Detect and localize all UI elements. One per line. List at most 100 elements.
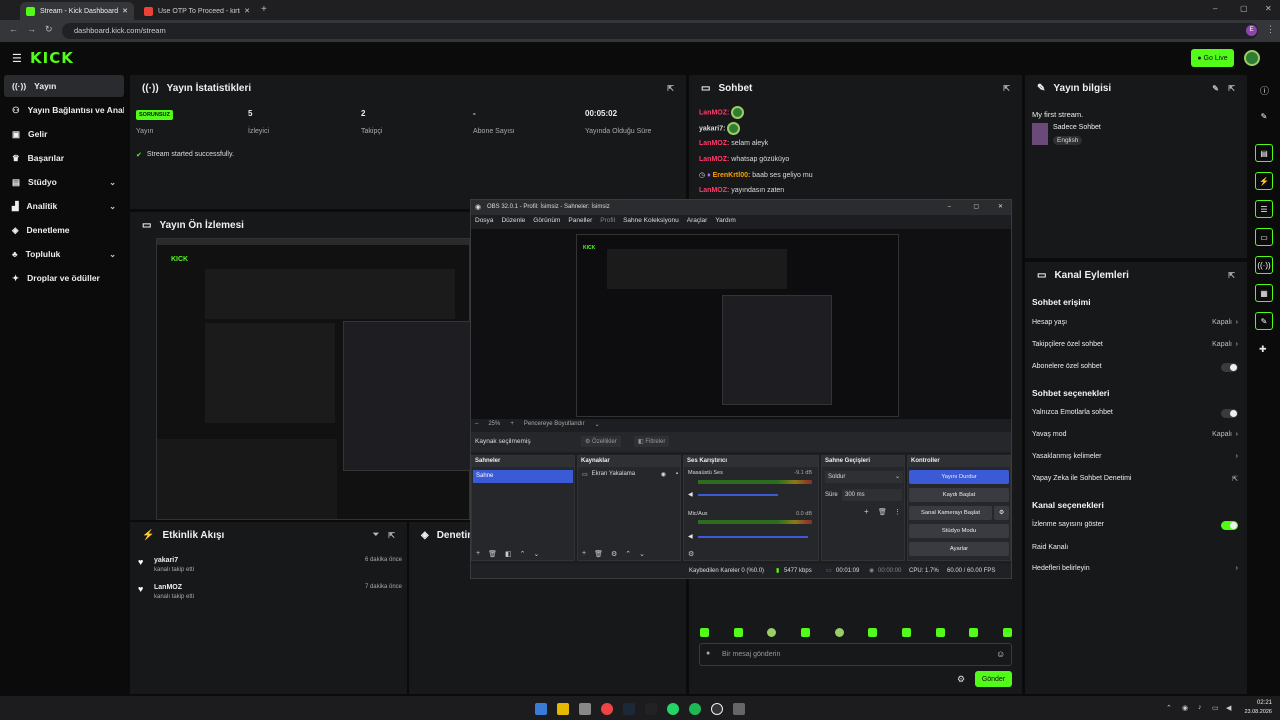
stats-widget-icon[interactable]: ▤	[1255, 144, 1273, 162]
popout-icon[interactable]: ⇱	[388, 531, 395, 540]
add-icon[interactable]: +	[582, 550, 586, 558]
setting-goals[interactable]: Hedefleri belirleyin ›	[1032, 565, 1238, 577]
app-icon[interactable]	[579, 703, 591, 715]
transition-select[interactable]: Soldur ⌄	[825, 471, 903, 483]
kick-logo[interactable]: KICK	[30, 49, 74, 67]
menu-sahne-koleksiyonu[interactable]: Sahne Koleksiyonu	[623, 217, 679, 224]
menu-profil[interactable]: Profil	[600, 217, 615, 224]
network-icon[interactable]: ▭	[1212, 704, 1219, 712]
back-icon[interactable]: ←	[9, 24, 18, 34]
layout-icon[interactable]: ▦	[1255, 284, 1273, 302]
emote-icon[interactable]	[733, 628, 743, 637]
setting-account-age[interactable]: Hesap yaşı Kapalı ›	[1032, 319, 1238, 331]
setting-slow-mode[interactable]: Yavaş mod Kapalı ›	[1032, 431, 1238, 443]
epic-games-icon[interactable]	[645, 703, 657, 715]
file-explorer-icon[interactable]	[557, 703, 569, 715]
sidebar-item-topluluk[interactable]: ♣ Topluluk ⌄	[4, 243, 124, 265]
gear-icon[interactable]: ⚙	[994, 506, 1009, 520]
hamburger-menu-icon[interactable]: ☰	[12, 52, 22, 65]
edit-icon[interactable]: ✎	[1255, 107, 1273, 125]
emote-icon[interactable]	[901, 628, 911, 637]
start-virtual-camera-button[interactable]: Sanal Kamerayı Başlat	[909, 506, 992, 520]
emote-icon[interactable]	[834, 628, 844, 637]
duration-input[interactable]: 300 ms	[842, 489, 902, 501]
chat-input[interactable]: Bir mesaj gönderin	[699, 643, 1012, 666]
source-item[interactable]: ▭ Ekran Yakalama ◉ ▪	[582, 471, 678, 478]
start-menu-icon[interactable]	[535, 703, 547, 715]
browser-tab-gmail[interactable]: Use OTP To Proceed - kirtileren... ✕	[138, 2, 256, 20]
chevron-down-icon[interactable]: ⌄	[595, 421, 600, 428]
clock-date[interactable]: 23.08.2026	[1238, 709, 1272, 715]
tray-app-icon[interactable]: ◉	[1182, 704, 1188, 712]
minimize-window-icon[interactable]: –	[1213, 4, 1217, 13]
trash-icon[interactable]: 🗑	[878, 508, 887, 516]
whatsapp-icon[interactable]	[667, 703, 679, 715]
show-viewers-toggle[interactable]	[1221, 521, 1238, 530]
browser-tab-kick[interactable]: Stream - Kick Dashboard ✕	[20, 2, 134, 20]
chrome-icon[interactable]	[601, 703, 613, 715]
properties-button[interactable]: ⚙ Özellikler	[581, 436, 621, 447]
menu-gorunum[interactable]: Görünüm	[533, 217, 560, 224]
down-icon[interactable]: ⌄	[639, 550, 645, 558]
popout-icon[interactable]: ⇱	[1003, 84, 1010, 93]
gear-icon[interactable]: ⚙	[611, 550, 617, 558]
preview-video[interactable]: KICK	[156, 238, 471, 520]
menu-paneller[interactable]: Paneller	[568, 217, 592, 224]
sidebar-item-analitik[interactable]: ▟ Analitik ⌄	[4, 195, 124, 217]
list-icon[interactable]: ☰	[1255, 200, 1273, 218]
more-icon[interactable]: ⋮	[894, 508, 901, 516]
down-icon[interactable]: ⌄	[533, 550, 539, 558]
steam-icon[interactable]	[623, 703, 635, 715]
obs-taskbar-icon[interactable]	[711, 703, 723, 715]
eye-icon[interactable]: ◉	[661, 471, 666, 478]
emote-icon[interactable]	[700, 628, 709, 637]
user-avatar[interactable]	[1244, 50, 1260, 66]
sidebar-item-stream-key[interactable]: ⚇Yayın Bağlantısı ve Anahtar	[4, 99, 124, 121]
start-recording-button[interactable]: Kaydı Başlat	[909, 488, 1009, 502]
puzzle-icon[interactable]: ✚	[1259, 344, 1267, 355]
add-icon[interactable]: +	[864, 507, 869, 516]
setting-banned-words[interactable]: Yasaklanmış kelimeler ›	[1032, 453, 1238, 465]
mic-icon[interactable]: ♪	[1198, 704, 1202, 711]
popout-icon[interactable]: ⇱	[1228, 271, 1235, 280]
speaker-icon[interactable]: ◀	[688, 533, 693, 540]
profile-avatar[interactable]: E	[1246, 25, 1257, 36]
gear-icon[interactable]: ⚙	[957, 674, 965, 685]
emoji-icon[interactable]: ☺	[996, 649, 1005, 659]
sidebar-item-basarilar[interactable]: ♛ Başarılar	[4, 147, 124, 169]
edit-icon[interactable]: ✎	[1212, 84, 1219, 93]
new-tab-icon[interactable]: +	[261, 4, 267, 15]
emote-icon[interactable]	[868, 628, 878, 637]
mic-volume-slider[interactable]	[698, 536, 808, 538]
lightning-icon[interactable]: ⚡	[1255, 172, 1273, 190]
minimize-window-icon[interactable]: –	[948, 200, 951, 215]
trash-icon[interactable]: 🗑	[594, 550, 603, 558]
emote-icon[interactable]	[935, 628, 945, 637]
menu-araclar[interactable]: Araçlar	[687, 217, 708, 224]
stop-streaming-button[interactable]: Yayını Durdur	[909, 470, 1009, 484]
filters-button[interactable]: ◧ Filtreler	[634, 436, 670, 447]
filter-icon[interactable]: ◧	[505, 550, 512, 558]
tray-chevron-icon[interactable]: ⌃	[1166, 704, 1172, 712]
emote-only-toggle[interactable]	[1221, 409, 1238, 418]
forward-icon[interactable]: →	[27, 24, 36, 34]
scene-item[interactable]: Sahne	[473, 470, 573, 483]
emote-icon[interactable]	[1002, 628, 1012, 637]
address-bar[interactable]: dashboard.kick.com/stream	[62, 23, 1258, 39]
menu-dosya[interactable]: Dosya	[475, 217, 493, 224]
sidebar-item-denetleme[interactable]: ◈ Denetleme	[4, 219, 124, 241]
chat-widget-icon[interactable]: ▭	[1255, 228, 1273, 246]
sidebar-item-gelir[interactable]: ▣ Gelir	[4, 123, 124, 145]
maximize-window-icon[interactable]: ▢	[973, 200, 979, 215]
setting-ai-moderation[interactable]: Yapay Zeka ile Sohbet Denetimi ⇱	[1032, 475, 1238, 487]
wrench-icon[interactable]: ✎	[1255, 312, 1273, 330]
menu-duzenle[interactable]: Düzenle	[501, 217, 525, 224]
speaker-icon[interactable]: ◀	[688, 491, 693, 498]
setting-raid[interactable]: Raid Kanalı	[1032, 544, 1238, 556]
spotify-icon[interactable]	[689, 703, 701, 715]
emote-icon[interactable]	[800, 628, 810, 637]
close-tab-icon[interactable]: ✕	[244, 7, 250, 15]
resize-to-window[interactable]: Pencereye Boyutlandır	[524, 421, 585, 428]
popout-icon[interactable]: ⇱	[667, 84, 674, 93]
browser-menu-icon[interactable]: ⋮	[1266, 24, 1275, 35]
